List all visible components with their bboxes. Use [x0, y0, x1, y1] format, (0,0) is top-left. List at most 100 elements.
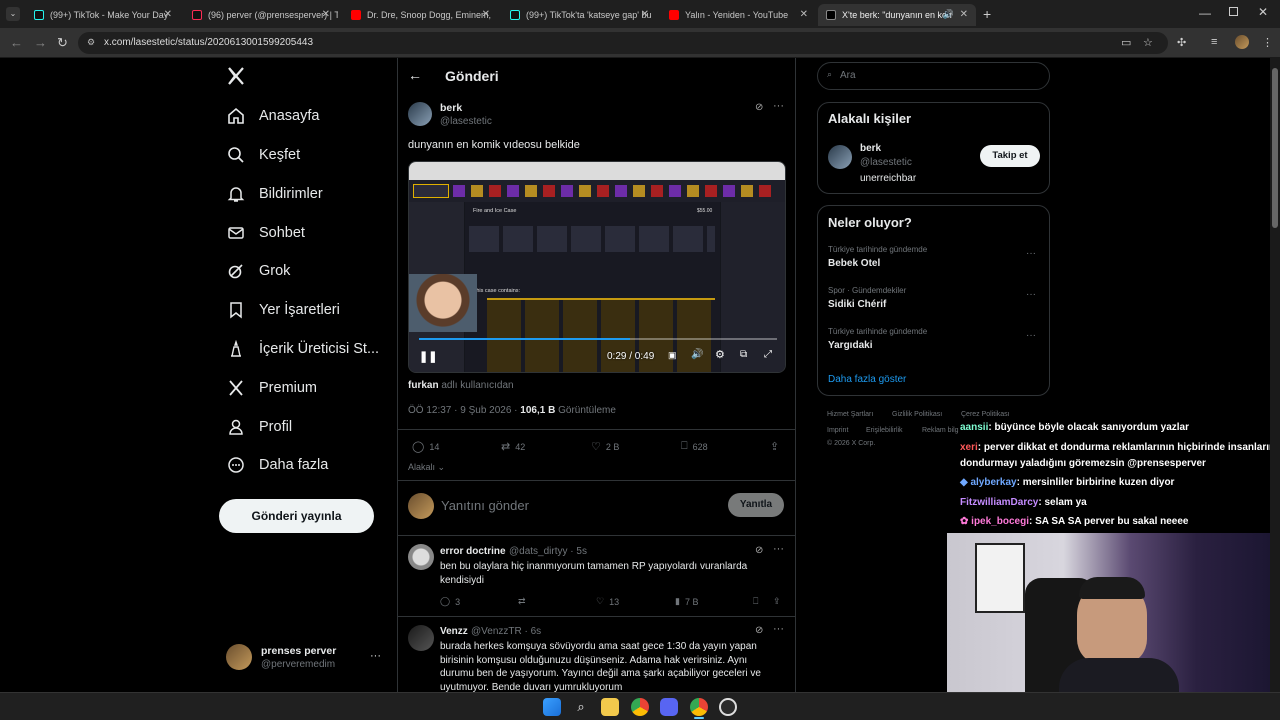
forward-arrow-icon[interactable]: → [34, 35, 47, 50]
minimize-window-button[interactable]: — [1199, 6, 1211, 20]
grok-icon[interactable]: ⊘ [755, 545, 763, 556]
close-window-button[interactable]: ✕ [1258, 5, 1268, 19]
extensions-icon[interactable]: ✣ [1177, 36, 1186, 49]
obs-icon[interactable] [719, 698, 737, 716]
browser-menu-icon[interactable]: ⋮ [1262, 36, 1273, 49]
show-more-link[interactable]: Daha fazla göster [828, 374, 906, 385]
bookmark-action[interactable]: ⎕ 628 [681, 440, 708, 453]
footer-link[interactable]: Imprint [827, 427, 848, 434]
footer-link[interactable]: Çerez Politikası [961, 411, 1010, 418]
reply-more-icon[interactable]: ··· [773, 543, 784, 555]
pip-icon[interactable]: ⧉ [740, 349, 747, 360]
account-more-icon[interactable]: ··· [370, 650, 381, 662]
address-bar[interactable]: ⚙ x.com/lasestetic/status/20206130015992… [78, 32, 1168, 54]
video-player[interactable]: Fire and Ice Case $55.00 This case conta… [408, 161, 786, 373]
like-action[interactable]: ♡ 2 B [591, 440, 619, 453]
relevant-handle[interactable]: @lasestetic [860, 157, 912, 168]
reply-more-icon[interactable]: ··· [773, 623, 784, 635]
grok-icon[interactable]: ⊘ [755, 625, 763, 636]
browser-tab[interactable]: (99+) TikTok'ta 'katseye gap' bu ✕ [502, 4, 657, 26]
discord-icon[interactable] [660, 698, 678, 716]
nav-item-home[interactable]: Anasayfa [226, 101, 319, 131]
profile-avatar[interactable] [1235, 35, 1249, 49]
browser-tab[interactable]: Dr. Dre, Snoop Dogg, Eminem, ✕ [343, 4, 498, 26]
account-switcher[interactable]: prenses perver @perveremedim ··· [226, 644, 386, 672]
trend-more-icon[interactable]: ··· [1026, 330, 1036, 341]
nav-item-profile[interactable]: Profil [226, 412, 292, 442]
back-button[interactable]: ← [408, 67, 422, 83]
search-icon[interactable]: ⌕ [572, 698, 590, 716]
footer-link[interactable]: Hizmet Şartları [827, 411, 873, 418]
reply-input[interactable]: Yanıtını gönder [441, 498, 529, 513]
like-action[interactable]: ♡ 13 [596, 596, 619, 607]
new-tab-button[interactable]: + [983, 6, 991, 22]
post-timestamp[interactable]: ÖÖ 12:37 · 9 Şub 2026 · [408, 405, 518, 416]
trend-item[interactable]: Türkiye tarihinde gündemde Bebek Otel ··… [818, 242, 1049, 278]
share-action[interactable]: ⇪ [770, 440, 779, 453]
restore-window-button[interactable] [1229, 7, 1238, 16]
views-action[interactable]: ▮ 7 B [675, 596, 698, 607]
share-action[interactable]: ⇪ [773, 596, 781, 607]
reply-action[interactable]: ◯ 14 [412, 440, 439, 453]
nav-item-bookmarks[interactable]: Yer İşaretleri [226, 295, 340, 325]
fullscreen-icon[interactable]: ⤢ [764, 349, 772, 360]
chrome-icon[interactable] [631, 698, 649, 716]
reply-author-avatar[interactable] [408, 544, 434, 570]
scrollbar-thumb[interactable] [1272, 68, 1278, 228]
reply-submit-button[interactable]: Yanıtla [728, 493, 784, 517]
captions-icon[interactable]: ▣ [668, 350, 677, 361]
browser-tab[interactable]: (96) perver (@prensesperver) | T ✕ [184, 4, 338, 26]
reply-handle[interactable]: @dats_dirtyy · 5s [509, 546, 587, 557]
cast-icon[interactable]: ▭ [1121, 36, 1131, 49]
post-button[interactable]: Gönderi yayınla [219, 499, 374, 533]
settings-icon[interactable]: ⚙ [715, 348, 725, 361]
nav-item-more[interactable]: Daha fazla [226, 450, 328, 480]
close-tab-icon[interactable]: ✕ [641, 9, 649, 20]
post-author-name[interactable]: berk [440, 102, 462, 114]
post-author-avatar[interactable] [408, 102, 432, 126]
audio-icon[interactable]: 🔊 [943, 9, 954, 20]
browser-tab-active[interactable]: X'te berk: "dunyanın en kom 🔊 ✕ [818, 4, 976, 26]
related-dropdown[interactable]: Alakalı ⌄ [408, 462, 445, 473]
close-tab-icon[interactable]: ✕ [800, 9, 808, 20]
back-arrow-icon[interactable]: ← [10, 35, 23, 50]
close-tab-icon[interactable]: ✕ [164, 9, 172, 20]
reload-icon[interactable]: ↻ [57, 35, 68, 51]
nav-item-grok[interactable]: Grok [226, 256, 290, 286]
nav-item-chat[interactable]: Sohbet [226, 218, 305, 248]
bookmark-action[interactable]: ⎕ [753, 596, 758, 607]
nav-item-premium[interactable]: Premium [226, 373, 317, 403]
reading-list-icon[interactable]: ≡ [1211, 36, 1217, 48]
volume-icon[interactable]: 🔊 [691, 349, 703, 360]
credit-user[interactable]: furkan [408, 380, 439, 391]
repost-action[interactable]: ⇄ 42 [501, 440, 525, 453]
trend-item[interactable]: Spor · Gündemdekiler Sidiki Chérif ··· [818, 283, 1049, 319]
relevant-avatar[interactable] [828, 145, 852, 169]
tab-list-dropdown-icon[interactable]: ⌄ [6, 7, 20, 21]
nav-item-notifications[interactable]: Bildirimler [226, 179, 323, 209]
trend-more-icon[interactable]: ··· [1026, 248, 1036, 259]
trend-more-icon[interactable]: ··· [1026, 289, 1036, 300]
reply-author-name[interactable]: error doctrine [440, 546, 506, 557]
close-tab-icon[interactable]: ✕ [482, 9, 490, 20]
windows-start-icon[interactable] [543, 698, 561, 716]
post-more-icon[interactable]: ··· [773, 100, 784, 112]
post-author-handle[interactable]: @lasestetic [440, 116, 492, 127]
file-explorer-icon[interactable] [601, 698, 619, 716]
reply-author-name[interactable]: Venzz [440, 626, 468, 637]
site-info-icon[interactable]: ⚙ [87, 37, 95, 48]
footer-link[interactable]: Gizlilik Politikası [892, 411, 942, 418]
follow-button[interactable]: Takip et [980, 145, 1040, 167]
repost-action[interactable]: ⇄ [518, 596, 526, 607]
nav-item-creator-studio[interactable]: İçerik Üreticisi St... [226, 334, 379, 364]
reply-tweet[interactable]: Venzz @VenzzTR · 6s ⊘ ··· burada herkes … [398, 617, 795, 692]
bookmark-star-icon[interactable]: ☆ [1143, 36, 1153, 49]
reply-tweet[interactable]: error doctrine @dats_dirtyy · 5s ⊘ ··· b… [398, 536, 795, 616]
browser-tab[interactable]: Yalın - Yeniden - YouTube ✕ [661, 4, 816, 26]
chrome-active-icon[interactable] [690, 698, 708, 716]
footer-link[interactable]: Reklam bilg [922, 427, 959, 434]
reply-handle[interactable]: @VenzzTR · 6s [471, 626, 541, 637]
nav-item-explore[interactable]: Keşfet [226, 140, 300, 170]
reply-action[interactable]: ◯ 3 [440, 596, 460, 607]
close-tab-icon[interactable]: ✕ [322, 9, 330, 20]
